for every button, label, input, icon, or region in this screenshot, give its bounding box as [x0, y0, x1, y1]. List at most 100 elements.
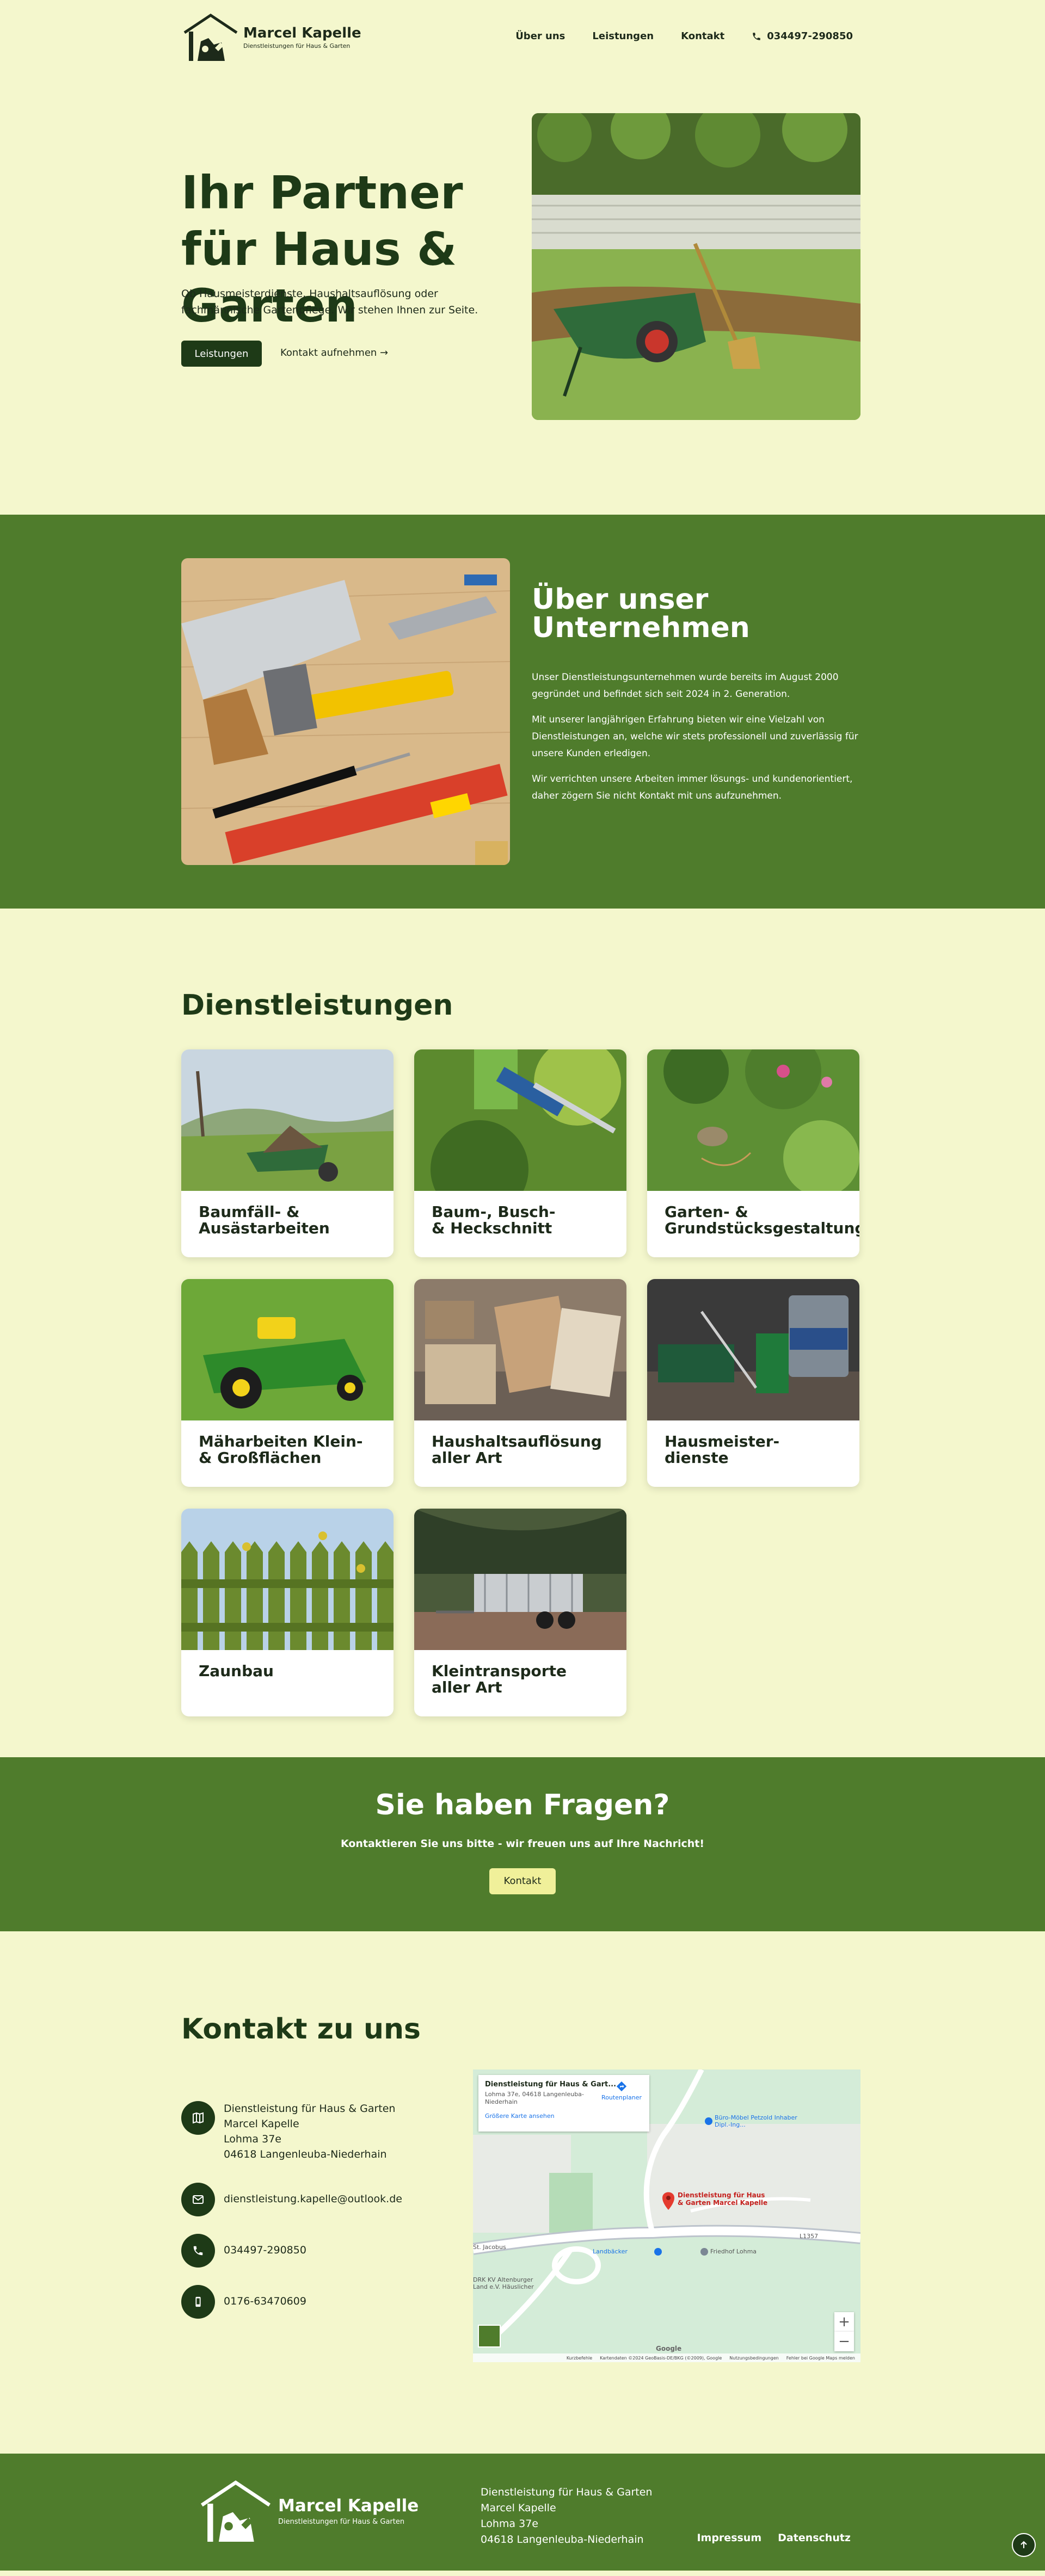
- service-title-line: Mäharbeiten Klein-: [199, 1432, 363, 1450]
- brand-name: Marcel Kapelle: [243, 24, 361, 41]
- contact-email[interactable]: dienstleistung.kapelle@outlook.de: [181, 2183, 402, 2216]
- mobile-text[interactable]: 0176-63470609: [224, 2294, 306, 2309]
- map-poi-label: St. Jacobus: [473, 2244, 506, 2251]
- phone-icon: [753, 32, 760, 40]
- directions-icon: [616, 2081, 627, 2092]
- about-paragraph: Wir verrichten unsere Arbeiten immer lös…: [532, 774, 853, 801]
- cta-section: Sie haben Fragen? Kontaktieren Sie uns b…: [0, 1757, 1045, 1931]
- cta-title: Sie haben Fragen?: [375, 1789, 670, 1821]
- email-text[interactable]: dienstleistung.kapelle@outlook.de: [224, 2191, 402, 2207]
- main-nav: Über uns Leistungen Kontakt 034497-29085…: [515, 30, 853, 42]
- service-image: [181, 1049, 394, 1191]
- service-card-gartengestaltung[interactable]: Garten- & Grundstücksgestaltung: [647, 1049, 859, 1257]
- map-footer-item[interactable]: Kurzbefehle: [567, 2356, 592, 2361]
- wheelbarrow-garden-image: [532, 113, 860, 420]
- service-image: [414, 1509, 626, 1650]
- phone-text[interactable]: 034497-290850: [224, 2243, 306, 2258]
- services-button[interactable]: Leistungen: [181, 341, 262, 367]
- service-title-line: Garten- &: [665, 1203, 748, 1221]
- map-road-label: L1357: [800, 2233, 819, 2240]
- about-paragraph: Unser Dienstleistungsunternehmen wurde b…: [532, 672, 839, 700]
- address-line: Marcel Kapelle: [224, 2118, 299, 2130]
- contact-title: Kontakt zu uns: [181, 2013, 421, 2046]
- house-tools-logo-icon: [183, 13, 238, 61]
- map-footer-item[interactable]: Fehler bei Google Maps melden: [786, 2356, 855, 2361]
- contact-phone[interactable]: 034497-290850: [181, 2234, 306, 2268]
- map-footer-item: Kartendaten ©2024 GeoBasis-DE/BKG (©2009…: [600, 2355, 722, 2361]
- service-title-line: dienste: [665, 1449, 729, 1467]
- map-card-address: Lohma 37e, 04618 Langenleuba-Niederhain: [485, 2091, 584, 2105]
- map-poi-label: DRK KV Altenburger Land e.V. Häuslicher: [473, 2276, 534, 2290]
- map-marker-label: Dienstleistung für Haus & Garten Marcel …: [678, 2191, 768, 2207]
- service-title-line: Baumfäll- &: [199, 1203, 300, 1221]
- nav-item-leistungen[interactable]: Leistungen: [592, 30, 654, 42]
- about-text: Unser Dienstleistungsunternehmen wurde b…: [532, 669, 858, 813]
- nav-phone-link[interactable]: 034497-290850: [752, 30, 853, 42]
- service-card-baumfaellarbeiten[interactable]: Baumfäll- & Ausästarbeiten: [181, 1049, 394, 1257]
- zoom-out-button[interactable]: −: [834, 2332, 854, 2351]
- service-title-line: Grundstücksgestaltung: [665, 1219, 859, 1237]
- service-title-line: Ausästarbeiten: [199, 1219, 330, 1237]
- service-image: [647, 1049, 859, 1191]
- address-line: 04618 Langenleuba-Niederhain: [481, 2534, 644, 2546]
- route-planner-link[interactable]: Routenplaner: [601, 2080, 642, 2101]
- scroll-to-top-button[interactable]: [1012, 2533, 1036, 2557]
- datenschutz-link[interactable]: Datenschutz: [778, 2532, 851, 2544]
- map-footer-item[interactable]: Nutzungsbedingungen: [729, 2356, 778, 2361]
- contact-section: Kontakt zu uns Dienstleistung für Haus &…: [0, 1931, 1045, 2454]
- larger-map-link[interactable]: Größere Karte ansehen: [485, 2112, 643, 2120]
- map-poi-label: Büro-Möbel Petzold Inhaber Dipl.-Ing...: [715, 2114, 797, 2128]
- service-title-line: Baum-, Busch-: [432, 1203, 556, 1221]
- address-line: Marcel Kapelle: [481, 2502, 556, 2514]
- services-title: Dienstleistungen: [181, 989, 453, 1022]
- google-logo: Google: [656, 2345, 682, 2352]
- map-info-card: Dienstleistung für Haus & Gart... Lohma …: [478, 2075, 649, 2132]
- mail-icon: [181, 2183, 215, 2216]
- contact-mobile[interactable]: 0176-63470609: [181, 2285, 306, 2319]
- services-section: Dienstleistungen Baumfäll- & Ausästarbei…: [0, 909, 1045, 1757]
- service-card-heckschnitt[interactable]: Baum-, Busch- & Heckschnitt: [414, 1049, 626, 1257]
- service-title-line: Hausmeister-: [665, 1432, 780, 1450]
- service-image: [414, 1049, 626, 1191]
- service-card-zaunbau[interactable]: Zaunbau: [181, 1509, 394, 1716]
- map-poi-label: Friedhof Lohma: [710, 2248, 757, 2255]
- map-icon: [181, 2101, 215, 2135]
- service-title-line: Zaunbau: [199, 1662, 274, 1680]
- brand-tagline: Dienstleistungen für Haus & Garten: [243, 42, 351, 50]
- service-title-line: aller Art: [432, 1678, 502, 1696]
- service-image: [414, 1279, 626, 1420]
- zoom-in-button[interactable]: +: [834, 2312, 854, 2332]
- service-image: [647, 1279, 859, 1420]
- nav-item-ueber-uns[interactable]: Über uns: [515, 30, 565, 42]
- service-image: [181, 1279, 394, 1420]
- service-card-maeharbeiten[interactable]: Mäharbeiten Klein- & Großflächen: [181, 1279, 394, 1487]
- house-tools-logo-icon: [200, 2480, 271, 2542]
- arrow-up-icon: [1021, 2541, 1027, 2548]
- service-card-kleintransporte[interactable]: Kleintransporte aller Art: [414, 1509, 626, 1716]
- about-section: Über unser Unternehmen Unser Dienstleist…: [0, 515, 1045, 909]
- map-footer: Kurzbefehle Kartendaten ©2024 GeoBasis-D…: [473, 2353, 860, 2362]
- impressum-link[interactable]: Impressum: [697, 2532, 761, 2544]
- address-line: Lohma 37e: [224, 2133, 281, 2145]
- phone-icon: [181, 2234, 215, 2268]
- nav-item-kontakt[interactable]: Kontakt: [681, 30, 724, 42]
- service-title-line: & Großflächen: [199, 1449, 322, 1467]
- service-card-haushaltsaufloesung[interactable]: Haushaltsauflösung aller Art: [414, 1279, 626, 1487]
- contact-link[interactable]: Kontakt aufnehmen →: [280, 347, 388, 359]
- service-card-hausmeisterdienste[interactable]: Hausmeister- dienste: [647, 1279, 859, 1487]
- footer-logo[interactable]: Marcel Kapelle Dienstleistungen für Haus…: [198, 2475, 419, 2546]
- service-title-line: aller Art: [432, 1449, 502, 1467]
- mobile-phone-icon: [181, 2285, 215, 2319]
- footer-brand-name: Marcel Kapelle: [278, 2495, 419, 2516]
- contact-button[interactable]: Kontakt: [489, 1868, 556, 1894]
- service-image: [181, 1509, 394, 1650]
- hero-text: Ob Hausmeisterdienste, Haushaltsauflösun…: [181, 288, 478, 316]
- footer-links: Impressum Datenschutz: [697, 2532, 851, 2544]
- service-title-line: Kleintransporte: [432, 1662, 567, 1680]
- address-line: Dienstleistung für Haus & Garten: [481, 2486, 653, 2498]
- service-title-line: Haushaltsauflösung: [432, 1432, 602, 1450]
- logo[interactable]: Marcel Kapelle Dienstleistungen für Haus…: [181, 11, 361, 63]
- address-line: Lohma 37e: [481, 2518, 538, 2530]
- google-map[interactable]: Dienstleistung für Haus & Gart... Lohma …: [473, 2070, 860, 2362]
- site-footer: Marcel Kapelle Dienstleistungen für Haus…: [0, 2454, 1045, 2571]
